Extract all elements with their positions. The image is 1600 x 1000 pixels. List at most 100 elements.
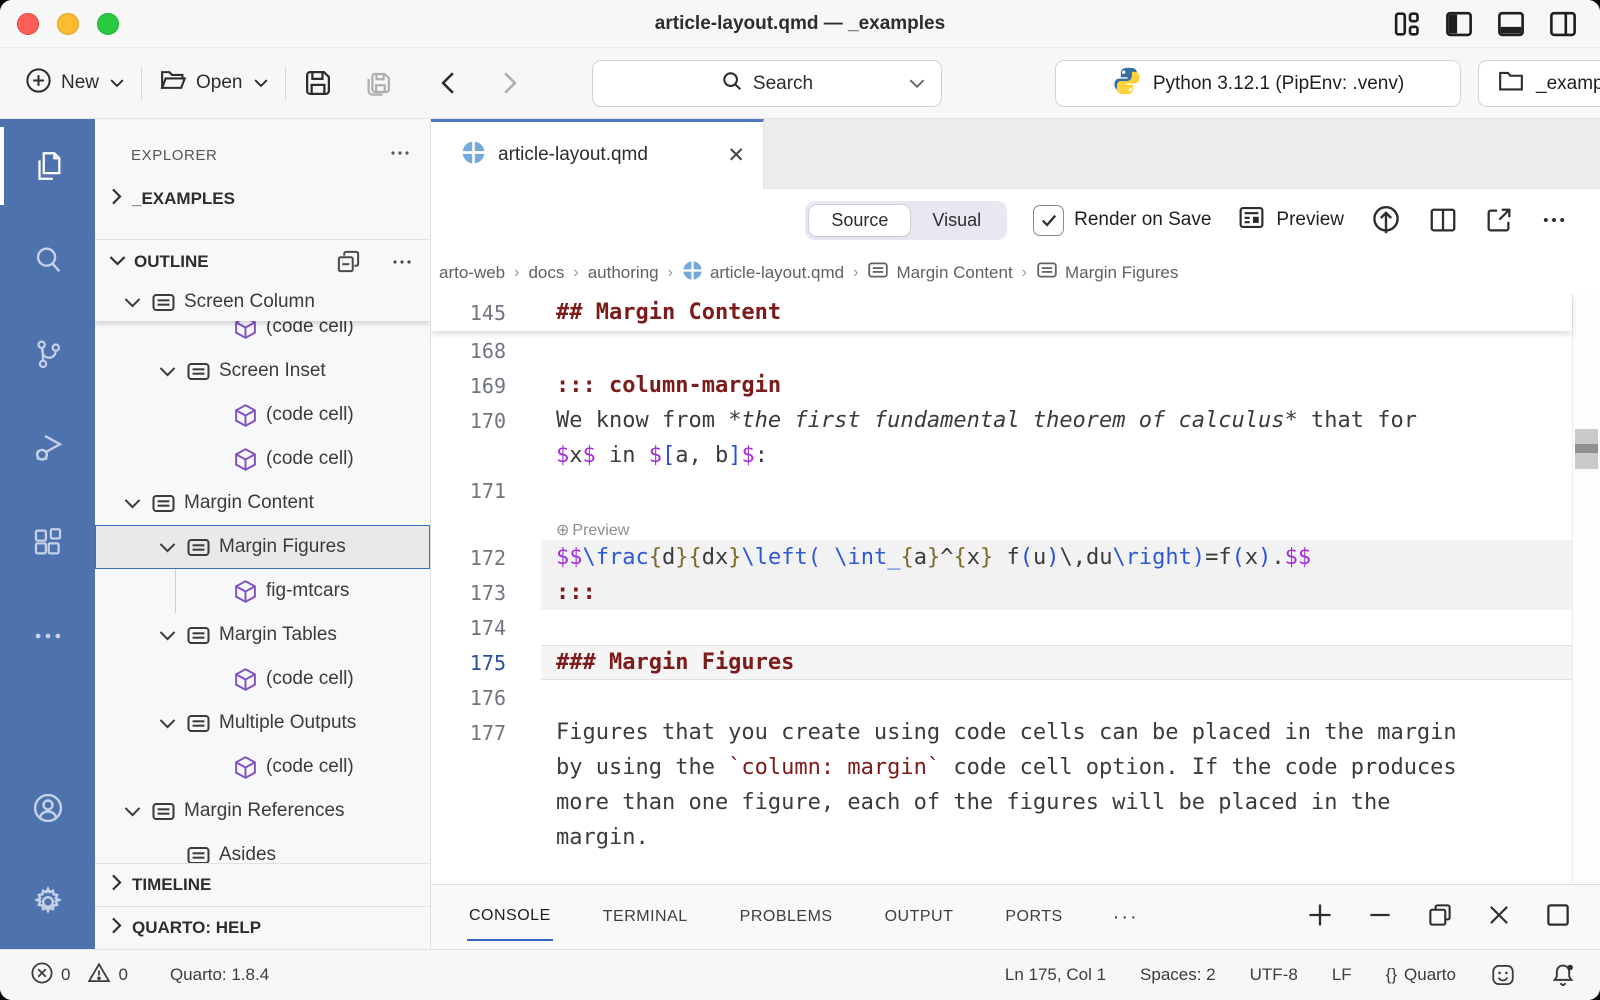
- breadcrumb-item-article-layout-qmd[interactable]: article-layout.qmd: [682, 260, 844, 286]
- outline-item-screen-column[interactable]: Screen Column: [95, 283, 430, 321]
- code-line-172[interactable]: 172$$\frac{d}{dx}\left( \int_{a}^{x} f(u…: [431, 540, 1600, 575]
- zoom-window-button[interactable]: [97, 13, 119, 35]
- close-window-button[interactable]: [17, 13, 39, 35]
- breadcrumb-item-docs[interactable]: docs: [528, 263, 564, 283]
- code-editor[interactable]: 145## Margin Content 168169::: column-ma…: [431, 294, 1600, 884]
- feedback-smiley-icon[interactable]: [1490, 962, 1516, 988]
- indentation-status[interactable]: Spaces: 2: [1140, 965, 1216, 985]
- open-button[interactable]: Open: [159, 66, 267, 100]
- code-line-wrap[interactable]: more than one figure, each of the figure…: [431, 785, 1600, 820]
- outline-item-fig-mtcars[interactable]: fig-mtcars: [95, 569, 430, 613]
- outline-item-margin-references[interactable]: Margin References: [95, 789, 430, 833]
- panel-tab-problems[interactable]: PROBLEMS: [738, 894, 835, 940]
- outline-item-code-cell[interactable]: (code cell): [95, 657, 430, 701]
- outline-more-icon[interactable]: [390, 250, 414, 274]
- open-external-icon[interactable]: [1484, 205, 1514, 235]
- code-line-175[interactable]: 175### Margin Figures: [431, 645, 1600, 680]
- outline-item-code-cell[interactable]: (code cell): [95, 321, 430, 349]
- language-mode-status[interactable]: {} Quarto: [1386, 965, 1456, 985]
- more-activity-icon[interactable]: [0, 589, 95, 683]
- render-on-save-control[interactable]: Render on Save: [1033, 205, 1211, 236]
- more-actions-icon[interactable]: [1540, 206, 1568, 234]
- minimize-panel-icon[interactable]: [1366, 901, 1394, 934]
- sidebar-section-timeline[interactable]: TIMELINE: [95, 863, 430, 906]
- code-line-174[interactable]: 174: [431, 610, 1600, 645]
- quarto-version-status[interactable]: Quarto: 1.8.4: [170, 965, 269, 985]
- save-icon[interactable]: [303, 68, 333, 98]
- restore-panel-icon[interactable]: [1426, 901, 1454, 934]
- forward-icon[interactable]: [497, 70, 523, 96]
- code-line-wrap[interactable]: by using the `column: margin` code cell …: [431, 750, 1600, 785]
- toggle-primary-sidebar-icon[interactable]: [1444, 9, 1474, 39]
- maximize-panel-icon[interactable]: [1544, 901, 1572, 934]
- workspace-button[interactable]: _examples: [1478, 60, 1600, 107]
- code-line-173[interactable]: 173:::: [431, 575, 1600, 610]
- panel-tab-console[interactable]: CONSOLE: [467, 893, 553, 941]
- outline-item-code-cell[interactable]: (code cell): [95, 393, 430, 437]
- breadcrumb-item-authoring[interactable]: authoring: [588, 263, 659, 283]
- notifications-bell-icon[interactable]: [1550, 962, 1576, 988]
- search-activity-icon[interactable]: [0, 213, 95, 307]
- toggle-secondary-sidebar-icon[interactable]: [1548, 9, 1578, 39]
- new-panel-icon[interactable]: [1306, 901, 1334, 934]
- sidebar-section-outline[interactable]: OUTLINE: [95, 239, 430, 283]
- settings-gear-icon[interactable]: [0, 855, 95, 949]
- close-panel-icon[interactable]: [1486, 902, 1512, 933]
- code-line-168[interactable]: 168: [431, 333, 1600, 368]
- code-line-171[interactable]: 171: [431, 473, 1600, 508]
- visual-mode-button[interactable]: Visual: [910, 205, 1003, 236]
- save-all-icon[interactable]: [363, 68, 393, 98]
- tab-article-layout[interactable]: article-layout.qmd ✕: [431, 119, 764, 188]
- split-editor-icon[interactable]: [1428, 205, 1458, 235]
- outline-item-code-cell[interactable]: (code cell): [95, 437, 430, 481]
- close-tab-icon[interactable]: ✕: [727, 143, 745, 168]
- preview-button[interactable]: Preview: [1237, 203, 1344, 238]
- panel-tab-output[interactable]: OUTPUT: [883, 894, 956, 940]
- extensions-activity-icon[interactable]: [0, 495, 95, 589]
- codelens-preview[interactable]: ⊕Preview: [431, 508, 1600, 540]
- breadcrumb-item-arto-web[interactable]: arto-web: [439, 263, 505, 283]
- outline-item-code-cell[interactable]: (code cell): [95, 745, 430, 789]
- panel-more-icon[interactable]: ···: [1113, 906, 1139, 929]
- outline-item-margin-figures[interactable]: Margin Figures: [95, 525, 430, 569]
- toggle-panel-icon[interactable]: [1496, 9, 1526, 39]
- checkbox-checked-icon[interactable]: [1033, 205, 1064, 236]
- panel-tab-ports[interactable]: PORTS: [1003, 894, 1064, 940]
- panel-tab-terminal[interactable]: TERMINAL: [601, 894, 690, 940]
- run-circle-icon[interactable]: [1370, 204, 1402, 236]
- account-icon[interactable]: [0, 761, 95, 855]
- code-line-177[interactable]: 177Figures that you create using code ce…: [431, 715, 1600, 750]
- code-line-wrap[interactable]: margin.: [431, 820, 1600, 855]
- editor-scrollbar[interactable]: [1572, 294, 1600, 884]
- minimize-window-button[interactable]: [57, 13, 79, 35]
- python-interpreter-button[interactable]: Python 3.12.1 (PipEnv: .venv): [1055, 60, 1461, 107]
- collapse-all-icon[interactable]: [335, 248, 362, 275]
- sidebar-section-examples[interactable]: _EXAMPLES: [95, 177, 430, 221]
- problems-status[interactable]: 0 0: [30, 961, 128, 990]
- outline-item-margin-content[interactable]: Margin Content: [95, 481, 430, 525]
- code-line-wrap[interactable]: $x$ in $[a, b]$:: [431, 438, 1600, 473]
- source-mode-button[interactable]: Source: [809, 205, 910, 236]
- encoding-status[interactable]: UTF-8: [1250, 965, 1298, 985]
- explorer-more-icon[interactable]: [388, 141, 412, 169]
- search-input[interactable]: Search: [592, 60, 942, 107]
- breadcrumb-item-margin-content[interactable]: Margin Content: [867, 259, 1012, 286]
- outline-item-screen-inset[interactable]: Screen Inset: [95, 349, 430, 393]
- source-control-activity-icon[interactable]: [0, 307, 95, 401]
- sidebar-section-quarto-help[interactable]: QUARTO: HELP: [95, 906, 430, 949]
- outline-item-margin-tables[interactable]: Margin Tables: [95, 613, 430, 657]
- sticky-scroll-line[interactable]: 145## Margin Content: [431, 294, 1572, 331]
- explorer-activity-icon[interactable]: [0, 119, 95, 213]
- cursor-position-status[interactable]: Ln 175, Col 1: [1005, 965, 1106, 985]
- code-line-176[interactable]: 176: [431, 680, 1600, 715]
- breadcrumb-item-margin-figures[interactable]: Margin Figures: [1036, 259, 1178, 286]
- code-line-169[interactable]: 169::: column-margin: [431, 368, 1600, 403]
- chevron-down-icon[interactable]: [909, 73, 925, 95]
- customize-layout-icon[interactable]: [1392, 9, 1422, 39]
- code-line-170[interactable]: 170We know from *the first fundamental t…: [431, 403, 1600, 438]
- new-button[interactable]: New: [25, 67, 124, 100]
- eol-status[interactable]: LF: [1332, 965, 1352, 985]
- back-icon[interactable]: [435, 70, 461, 96]
- run-debug-activity-icon[interactable]: [0, 401, 95, 495]
- outline-item-multiple-outputs[interactable]: Multiple Outputs: [95, 701, 430, 745]
